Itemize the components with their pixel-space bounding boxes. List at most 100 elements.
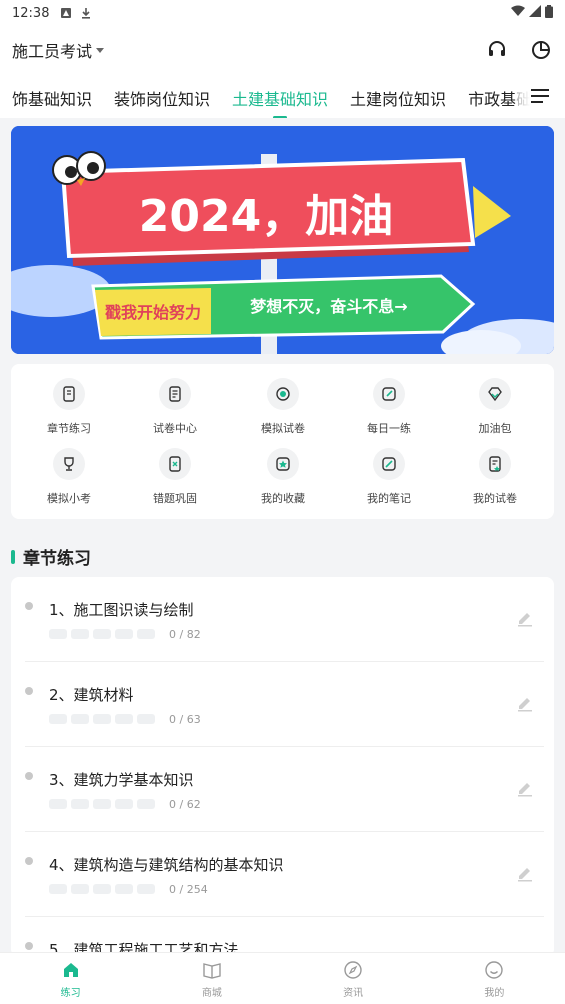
menu-icon — [531, 89, 549, 103]
grid-label: 加油包 — [478, 422, 512, 435]
home-icon — [60, 959, 82, 981]
tab-decoration-basics[interactable]: 饰基础知识 — [12, 86, 92, 110]
banner-left-sign: 戳我开始努力 — [105, 303, 201, 322]
bullet-dot — [25, 602, 33, 610]
grid-label: 模拟试卷 — [261, 422, 305, 435]
grid-label: 我的收藏 — [261, 492, 305, 505]
exam-name: 施工员考试 — [12, 42, 93, 61]
nav-label: 商城 — [201, 987, 222, 999]
diamond-icon — [479, 378, 511, 410]
compass-icon — [342, 959, 364, 981]
status-time: 12:38 — [12, 5, 50, 21]
my-papers-icon — [479, 448, 511, 480]
caret-down-icon — [96, 47, 105, 53]
nav-practice[interactable]: 练习 — [0, 953, 141, 1004]
progress-pills — [49, 799, 155, 809]
banner-headline: 2024，加油 — [139, 191, 393, 242]
tab-civil-post[interactable]: 土建岗位知识 — [350, 86, 446, 110]
pencil-icon[interactable] — [516, 779, 534, 797]
grid-item-paper-center[interactable]: 试卷中心 — [121, 378, 229, 446]
mock-exam-icon — [267, 378, 299, 410]
bullet-dot — [25, 772, 33, 780]
grid-item-mock-quiz[interactable]: 模拟小考 — [15, 448, 123, 516]
daily-practice-icon — [373, 378, 405, 410]
pie-chart-icon — [532, 41, 550, 59]
nav-news[interactable]: 资讯 — [283, 953, 424, 1004]
top-bar: 施工员考试 — [0, 26, 565, 74]
tab-civil-basics[interactable]: 土建基础知识 — [232, 86, 328, 110]
favorite-icon — [267, 448, 299, 480]
statistics-button[interactable] — [529, 38, 553, 62]
grid-label: 每日一练 — [367, 422, 411, 435]
customer-service-button[interactable] — [485, 38, 509, 62]
chapter-title: 3、建筑力学基本知识 — [49, 771, 194, 789]
grid-label: 错题巩固 — [153, 492, 197, 505]
download-icon — [79, 6, 93, 20]
nav-mall[interactable]: 商城 — [141, 953, 282, 1004]
promo-banner[interactable]: 2024，加油 戳我开始努力 梦想不灭，奋斗不息→ — [11, 126, 554, 354]
bullet-dot — [25, 857, 33, 865]
grid-item-daily-practice[interactable]: 每日一练 — [335, 378, 443, 446]
tab-decoration-post[interactable]: 装饰岗位知识 — [114, 86, 210, 110]
category-tabs: 饰基础知识 装饰岗位知识 土建基础知识 土建岗位知识 市政基础知 — [0, 74, 565, 118]
wifi-icon — [511, 5, 525, 21]
chapter-title: 1、施工图识读与绘制 — [49, 601, 194, 619]
chapter-icon — [53, 378, 85, 410]
banner-right-sign: 梦想不灭，奋斗不息→ — [250, 297, 407, 316]
pencil-icon[interactable] — [516, 694, 534, 712]
progress-pills — [49, 714, 155, 724]
nav-label: 资讯 — [343, 987, 364, 999]
chapter-title: 4、建筑构造与建筑结构的基本知识 — [49, 856, 284, 874]
list-item[interactable]: 5、建筑工程施工工艺和方法 — [11, 917, 554, 957]
chapter-title: 2、建筑材料 — [49, 686, 134, 704]
smile-icon — [483, 959, 505, 981]
section-accent-bar — [11, 549, 15, 564]
chapter-count: 0 / 62 — [169, 798, 201, 811]
battery-icon — [545, 4, 553, 22]
app-notification-icon — [59, 6, 73, 20]
grid-label: 试卷中心 — [153, 422, 197, 435]
section-title: 章节练习 — [23, 549, 91, 569]
list-item[interactable]: 2、建筑材料 0 / 63 — [11, 662, 554, 747]
progress-pills — [49, 629, 155, 639]
grid-item-notes[interactable]: 我的笔记 — [335, 448, 443, 516]
grid-label: 我的笔记 — [367, 492, 411, 505]
chapter-count: 0 / 63 — [169, 713, 201, 726]
grid-item-favorites[interactable]: 我的收藏 — [229, 448, 337, 516]
chapter-list: 1、施工图识读与绘制 0 / 82 2、建筑材料 0 / 63 3、建筑力学基本… — [11, 577, 554, 957]
pencil-icon[interactable] — [516, 864, 534, 882]
bullet-dot — [25, 687, 33, 695]
grid-item-my-papers[interactable]: 我的试卷 — [441, 448, 549, 516]
exam-selector[interactable]: 施工员考试 — [12, 38, 105, 62]
grid-item-mock-exam[interactable]: 模拟试卷 — [229, 378, 337, 446]
grid-label: 章节练习 — [47, 422, 91, 435]
wrong-questions-icon — [159, 448, 191, 480]
tab-menu-button[interactable] — [515, 74, 565, 118]
grid-label: 我的试卷 — [473, 492, 517, 505]
nav-label: 我的 — [484, 987, 505, 999]
progress-pills — [49, 884, 155, 894]
nav-label: 练习 — [60, 987, 81, 999]
grid-item-boost-pack[interactable]: 加油包 — [441, 378, 549, 446]
list-item[interactable]: 3、建筑力学基本知识 0 / 62 — [11, 747, 554, 832]
book-icon — [201, 959, 223, 981]
grid-item-wrong-questions[interactable]: 错题巩固 — [121, 448, 229, 516]
list-item[interactable]: 1、施工图识读与绘制 0 / 82 — [11, 577, 554, 662]
bottom-nav: 练习 商城 资讯 我的 — [0, 952, 565, 1004]
trophy-icon — [53, 448, 85, 480]
chapter-count: 0 / 82 — [169, 628, 201, 641]
nav-mine[interactable]: 我的 — [424, 953, 565, 1004]
paper-icon — [159, 378, 191, 410]
grid-label: 模拟小考 — [47, 492, 91, 505]
grid-item-chapter-practice[interactable]: 章节练习 — [15, 378, 123, 446]
signal-icon — [529, 5, 541, 21]
feature-grid: 章节练习 试卷中心 模拟试卷 每日一练 加油包 模拟小考 错题巩固 我的收藏 我… — [11, 364, 554, 519]
status-bar: 12:38 — [0, 0, 565, 26]
section-header: 章节练习 — [11, 544, 91, 569]
headset-icon — [489, 41, 505, 56]
notes-icon — [373, 448, 405, 480]
pencil-icon[interactable] — [516, 609, 534, 627]
bullet-dot — [25, 942, 33, 950]
chapter-count: 0 / 254 — [169, 883, 208, 896]
list-item[interactable]: 4、建筑构造与建筑结构的基本知识 0 / 254 — [11, 832, 554, 917]
